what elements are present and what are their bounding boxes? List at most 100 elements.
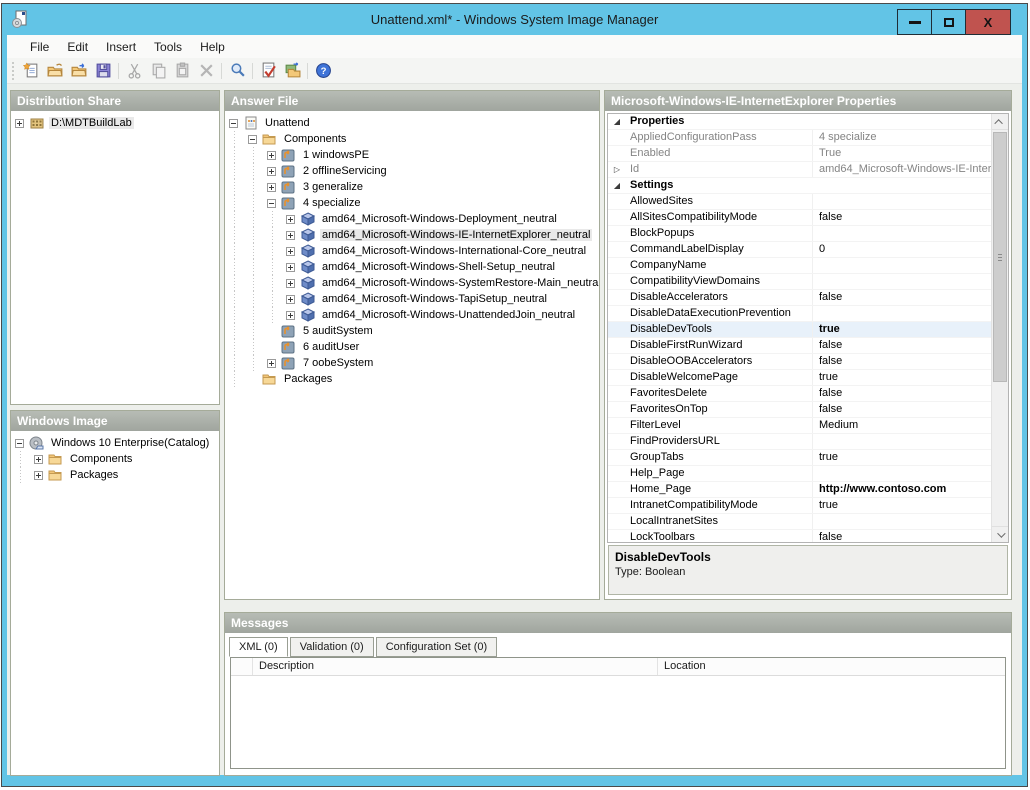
tree-item-pass7[interactable]: 7 oobeSystem (225, 355, 599, 371)
property-row[interactable]: AppliedConfigurationPass 4 specialize (608, 130, 991, 146)
expand-plus-icon[interactable] (267, 151, 276, 160)
tree-item-label[interactable]: Unattend (263, 117, 312, 129)
toolbar-grip[interactable] (11, 62, 15, 80)
find-button[interactable] (226, 60, 248, 82)
tree-item-label[interactable]: 6 auditUser (301, 341, 361, 353)
tree-item-packages[interactable]: Packages (225, 371, 599, 387)
property-value[interactable]: true (813, 450, 991, 465)
property-row-clipped[interactable]: LockToolbars false (608, 530, 991, 542)
tree-item-unattend[interactable]: Unattend (225, 115, 599, 131)
tree-item-label[interactable]: 2 offlineServicing (301, 165, 389, 177)
tab-validation[interactable]: Validation (0) (290, 637, 374, 657)
tree-item-label[interactable]: amd64_Microsoft-Windows-Deployment_neutr… (320, 213, 559, 225)
tree-item-windows10-enterprise[interactable]: Windows 10 Enterprise(Catalog) (11, 435, 219, 451)
tree-item-label[interactable]: 5 auditSystem (301, 325, 375, 337)
expand-plus-icon[interactable] (286, 231, 295, 240)
property-value[interactable]: true (813, 322, 991, 337)
property-row[interactable]: CompatibilityViewDomains (608, 274, 991, 290)
title-bar[interactable]: Unattend.xml* - Windows System Image Man… (2, 4, 1027, 34)
property-value[interactable]: 4 specialize (813, 130, 991, 145)
expand-right-icon[interactable]: ▷ (608, 162, 626, 177)
tree-item-pass3[interactable]: 3 generalize (225, 179, 599, 195)
tree-item-component-deployment[interactable]: amd64_Microsoft-Windows-Deployment_neutr… (225, 211, 599, 227)
menu-edit[interactable]: Edit (58, 38, 97, 56)
tree-item-component-international-core[interactable]: amd64_Microsoft-Windows-International-Co… (225, 243, 599, 259)
close-button[interactable]: X (965, 9, 1011, 35)
property-row[interactable]: LocalIntranetSites (608, 514, 991, 530)
expand-plus-icon[interactable] (34, 455, 43, 464)
property-row[interactable]: FavoritesDelete false (608, 386, 991, 402)
property-value[interactable] (813, 194, 991, 209)
property-value[interactable]: false (813, 402, 991, 417)
property-value[interactable]: false (813, 290, 991, 305)
expand-plus-icon[interactable] (267, 183, 276, 192)
expand-plus-icon[interactable] (286, 279, 295, 288)
tree-item-pass6[interactable]: 6 auditUser (225, 339, 599, 355)
collapse-minus-icon[interactable] (248, 135, 257, 144)
minimize-button[interactable] (897, 9, 931, 35)
expand-plus-icon[interactable] (286, 295, 295, 304)
tree-item-mdtbuildlab[interactable]: D:\MDTBuildLab (11, 115, 219, 131)
maximize-button[interactable] (931, 9, 965, 35)
tree-item-pass4[interactable]: 4 specialize (225, 195, 599, 211)
tree-item-label[interactable]: D:\MDTBuildLab (49, 117, 134, 129)
tree-item-label[interactable]: amd64_Microsoft-Windows-Shell-Setup_neut… (320, 261, 557, 273)
property-row[interactable]: GroupTabs true (608, 450, 991, 466)
collapse-minus-icon[interactable] (229, 119, 238, 128)
property-row[interactable]: Home_Page http://www.contoso.com (608, 482, 991, 498)
tree-item-label[interactable]: Packages (282, 373, 334, 385)
tree-item-component-systemrestore-main[interactable]: amd64_Microsoft-Windows-SystemRestore-Ma… (225, 275, 599, 291)
property-row[interactable]: IntranetCompatibilityMode true (608, 498, 991, 514)
property-value[interactable]: Medium (813, 418, 991, 433)
property-row[interactable]: AllowedSites (608, 194, 991, 210)
property-row[interactable]: Enabled True (608, 146, 991, 162)
tree-item-label[interactable]: amd64_Microsoft-Windows-International-Co… (320, 245, 588, 257)
expand-plus-icon[interactable] (34, 471, 43, 480)
category-row-properties[interactable]: ◢ Properties (608, 114, 991, 130)
create-configuration-set-button[interactable] (281, 60, 303, 82)
tree-item-label[interactable]: amd64_Microsoft-Windows-UnattendedJoin_n… (320, 309, 577, 321)
scroll-down-button[interactable] (992, 526, 1008, 542)
tree-item-label[interactable]: 3 generalize (301, 181, 365, 193)
property-value[interactable]: false (813, 386, 991, 401)
tree-item-component-shell-setup[interactable]: amd64_Microsoft-Windows-Shell-Setup_neut… (225, 259, 599, 275)
tree-item-label[interactable]: Components (282, 133, 348, 145)
property-value[interactable]: false (813, 354, 991, 369)
tab-configuration-set[interactable]: Configuration Set (0) (376, 637, 498, 657)
property-row[interactable]: DisableFirstRunWizard false (608, 338, 991, 354)
menu-help[interactable]: Help (191, 38, 234, 56)
property-value[interactable] (813, 434, 991, 449)
validate-button[interactable] (257, 60, 279, 82)
messages-col-location[interactable]: Location (658, 658, 1005, 675)
expand-plus-icon[interactable] (286, 311, 295, 320)
messages-col-description[interactable]: Description (253, 658, 658, 675)
tree-item-label[interactable]: 4 specialize (301, 197, 362, 209)
property-row[interactable]: FindProvidersURL (608, 434, 991, 450)
tree-item-label[interactable]: Packages (68, 469, 120, 481)
save-button[interactable] (92, 60, 114, 82)
expand-plus-icon[interactable] (286, 247, 295, 256)
tree-item-components[interactable]: Components (11, 451, 219, 467)
scroll-up-button[interactable] (992, 114, 1008, 130)
category-collapse-icon[interactable]: ◢ (608, 178, 626, 193)
tree-item-pass5[interactable]: 5 auditSystem (225, 323, 599, 339)
expand-plus-icon[interactable] (267, 359, 276, 368)
property-row[interactable]: DisableOOBAccelerators false (608, 354, 991, 370)
property-value[interactable] (813, 274, 991, 289)
property-value[interactable] (813, 466, 991, 481)
collapse-minus-icon[interactable] (15, 439, 24, 448)
cut-button[interactable] (123, 60, 145, 82)
menu-insert[interactable]: Insert (97, 38, 145, 56)
property-row[interactable]: AllSitesCompatibilityMode false (608, 210, 991, 226)
delete-button[interactable] (195, 60, 217, 82)
property-row-selected[interactable]: DisableDevTools true (608, 322, 991, 338)
tree-item-components[interactable]: Components (225, 131, 599, 147)
tree-item-label[interactable]: Components (68, 453, 134, 465)
tree-item-label[interactable]: 1 windowsPE (301, 149, 371, 161)
expand-plus-icon[interactable] (286, 215, 295, 224)
property-row[interactable]: DisableAccelerators false (608, 290, 991, 306)
scrollbar-thumb[interactable] (993, 132, 1007, 382)
tree-item-label[interactable]: amd64_Microsoft-Windows-SystemRestore-Ma… (320, 277, 600, 289)
property-value[interactable] (813, 226, 991, 241)
tree-item-pass2[interactable]: 2 offlineServicing (225, 163, 599, 179)
